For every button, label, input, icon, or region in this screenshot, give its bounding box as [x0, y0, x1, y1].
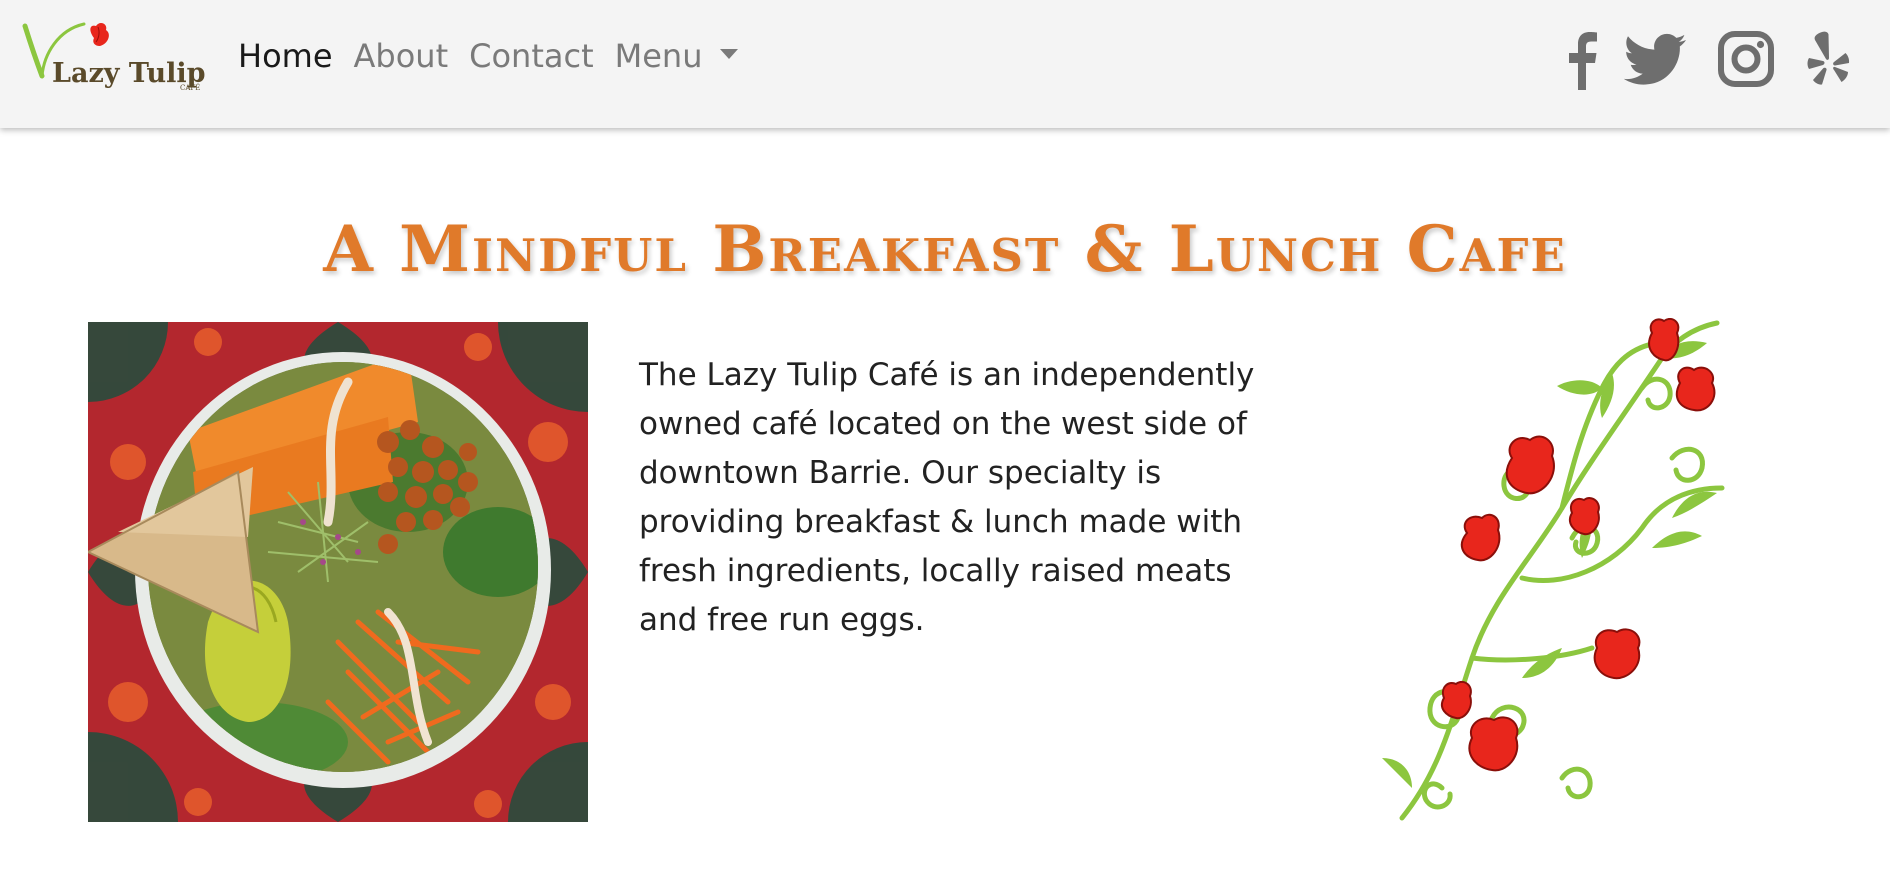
svg-text:CAFÉ: CAFÉ — [180, 83, 200, 92]
nav-home-link[interactable]: Home — [238, 34, 333, 78]
facebook-icon[interactable] — [1562, 28, 1602, 90]
nav-menu-label: Menu — [614, 37, 703, 75]
nav-menu-dropdown[interactable]: Menu — [615, 34, 739, 78]
chevron-down-icon — [720, 49, 739, 59]
nav-contact-link[interactable]: Contact — [469, 34, 594, 78]
yelp-icon[interactable] — [1803, 28, 1853, 90]
page-headline: A Mindful Breakfast & Lunch Cafe — [323, 211, 1567, 287]
food-bowl-photo — [88, 322, 588, 822]
twitter-icon[interactable] — [1624, 28, 1688, 90]
intro-paragraph: The Lazy Tulip Café is an independently … — [639, 357, 1255, 638]
lazy-tulip-logo[interactable]: Lazy Tulip CAFÉ — [22, 18, 208, 92]
main-nav: Home About Contact Menu — [238, 34, 759, 78]
nav-about-link[interactable]: About — [354, 34, 449, 78]
top-navbar: Lazy Tulip CAFÉ Home About Contact Menu — [0, 0, 1890, 128]
tulip-vine-illustration — [1382, 318, 1725, 821]
instagram-icon[interactable] — [1716, 28, 1776, 90]
